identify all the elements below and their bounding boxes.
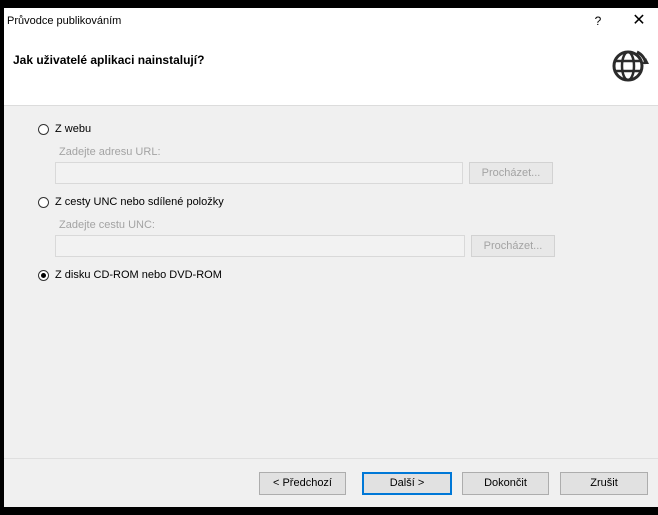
url-label: Zadejte adresu URL: (59, 146, 161, 158)
option-web[interactable]: Z webu (38, 121, 91, 137)
finish-button[interactable]: Dokončit (462, 472, 549, 495)
unc-label: Zadejte cestu UNC: (59, 219, 155, 231)
radio-web[interactable] (38, 123, 49, 135)
back-button[interactable]: < Předchozí (259, 472, 346, 495)
publish-wizard-dialog: Průvodce publikováním ? ✕ Jak uživatelé … (4, 8, 658, 507)
footer-divider (4, 458, 658, 459)
wizard-header: Jak uživatelé aplikaci nainstalují? (4, 34, 658, 106)
cancel-button[interactable]: Zrušit (560, 472, 648, 495)
option-cdrom[interactable]: Z disku CD-ROM nebo DVD-ROM (38, 267, 222, 283)
radio-unc[interactable] (38, 196, 49, 208)
window-title: Průvodce publikováním (7, 15, 122, 27)
browse-unc-button[interactable]: Procházet... (471, 235, 555, 257)
url-input[interactable] (55, 162, 463, 184)
browse-url-button[interactable]: Procházet... (469, 162, 553, 184)
option-unc[interactable]: Z cesty UNC nebo sdílené položky (38, 194, 224, 210)
radio-cdrom[interactable] (38, 269, 49, 281)
unc-input[interactable] (55, 235, 465, 257)
option-web-label: Z webu (55, 123, 92, 135)
next-button[interactable]: Další > (362, 472, 452, 495)
globe-icon (612, 50, 649, 82)
option-unc-label: Z cesty UNC nebo sdílené položky (55, 196, 224, 208)
page-heading: Jak uživatelé aplikaci nainstalují? (13, 53, 205, 67)
title-bar: Průvodce publikováním ? ✕ (4, 8, 658, 34)
close-button[interactable]: ✕ (624, 8, 654, 34)
help-button[interactable]: ? (583, 8, 613, 34)
option-cdrom-label: Z disku CD-ROM nebo DVD-ROM (55, 269, 222, 281)
